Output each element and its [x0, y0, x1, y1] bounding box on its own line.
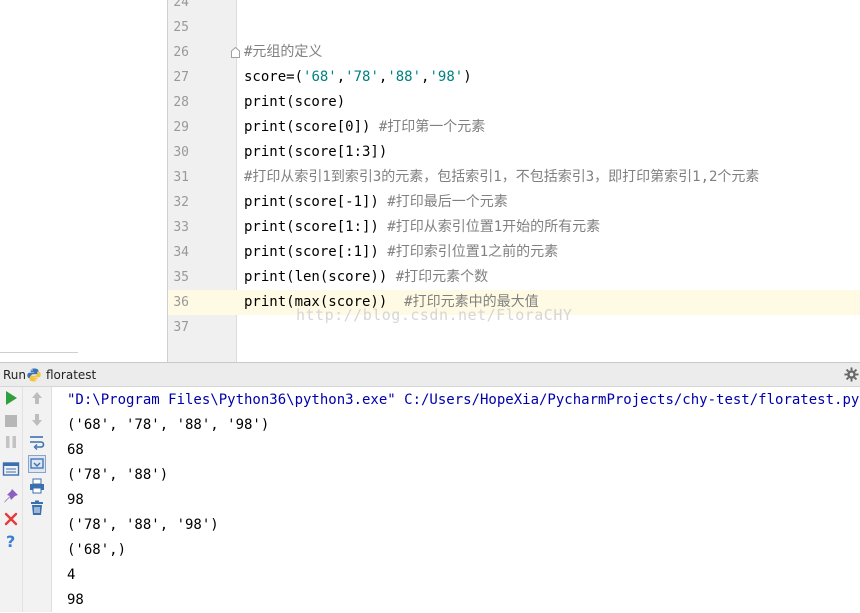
line-number: 31	[173, 170, 189, 185]
code-line[interactable]: 32 print(score[-1]) #打印最后一个元素	[168, 190, 860, 215]
code-line[interactable]: 34 print(score[:1]) #打印索引位置1之前的元素	[168, 240, 860, 265]
console-output-line: ('68',)	[67, 542, 127, 558]
code-text: print(score[0]) #打印第一个元素	[244, 115, 485, 140]
line-number: 30	[173, 145, 189, 160]
svg-text:?: ?	[6, 532, 15, 550]
code-comment: #打印元素个数	[395, 269, 489, 285]
line-number: 26	[173, 45, 189, 60]
line-number: 29	[173, 120, 189, 135]
code-text: print(score)	[244, 90, 345, 115]
code-token: score=(	[244, 69, 304, 85]
print-icon[interactable]	[28, 477, 46, 495]
code-text: print(score[:1]) #打印索引位置1之前的元素	[244, 240, 558, 265]
code-token: print(score[-1])	[244, 194, 388, 210]
code-comment: #打印索引位置1之前的元素	[387, 244, 559, 260]
line-number: 34	[173, 245, 189, 260]
code-text: print(len(score)) #打印元素个数	[244, 265, 488, 290]
code-text: #元组的定义	[244, 40, 322, 65]
run-toolbar-primary: ?	[0, 387, 23, 612]
python-icon	[27, 368, 41, 382]
code-text: print(score[1:]) #打印从索引位置1开始的所有元素	[244, 215, 600, 240]
line-number: 27	[173, 70, 189, 85]
code-line[interactable]: 24	[168, 0, 860, 15]
gear-icon[interactable]	[844, 367, 859, 382]
line-number: 25	[173, 20, 189, 35]
code-token: print(score[:1])	[244, 244, 388, 260]
stop-icon[interactable]	[2, 412, 20, 430]
code-token: ,	[336, 69, 346, 85]
code-token: print(score[0])	[244, 119, 379, 135]
scroll-to-end-icon[interactable]	[28, 455, 46, 473]
console-output[interactable]: "D:\Program Files\Python36\python3.exe" …	[52, 387, 860, 612]
console-output-line: 4	[67, 567, 76, 583]
soft-wrap-icon[interactable]	[28, 433, 46, 451]
code-text: print(score[-1]) #打印最后一个元素	[244, 190, 508, 215]
pin-icon[interactable]	[2, 487, 20, 505]
code-text: print(score[1:3])	[244, 140, 387, 165]
code-token: )	[463, 69, 472, 85]
code-token: print(len(score))	[244, 269, 396, 285]
code-comment: #打印第一个元素	[378, 119, 486, 135]
line-number: 35	[173, 270, 189, 285]
run-tab-label[interactable]: Run	[3, 368, 26, 382]
code-editor[interactable]: 24 25 26 #元组的定义 27 score=('68','78','88','98'…	[0, 0, 860, 362]
console-output-line: 68	[67, 442, 84, 458]
code-line[interactable]: 28 print(score)	[168, 90, 860, 115]
code-string: '68'	[303, 69, 337, 85]
code-text: #打印从索引1到索引3的元素，包括索引1，不包括索引3，即打印第索引1,2个元素	[244, 165, 759, 190]
fold-marker-icon[interactable]	[231, 47, 240, 58]
code-line[interactable]: 33 print(score[1:]) #打印从索引位置1开始的所有元素	[168, 215, 860, 240]
project-pane	[0, 0, 168, 362]
line-number: 37	[173, 320, 189, 335]
help-icon[interactable]: ?	[2, 532, 20, 550]
code-string: '78'	[345, 69, 379, 85]
code-comment: #打印从索引位置1开始的所有元素	[387, 219, 601, 235]
run-config-name[interactable]: floratest	[46, 368, 96, 382]
arrow-down-icon[interactable]	[28, 411, 46, 429]
code-line[interactable]: 31 #打印从索引1到索引3的元素，包括索引1，不包括索引3，即打印第索引1,2个…	[168, 165, 860, 190]
code-line[interactable]: 35 print(len(score)) #打印元素个数	[168, 265, 860, 290]
console-command-line: "D:\Program Files\Python36\python3.exe" …	[67, 392, 860, 408]
watermark: http://blog.csdn.net/FloraCHY	[296, 306, 573, 324]
code-token: print(score[1:3])	[244, 144, 388, 160]
console-output-line: 98	[67, 592, 84, 608]
pane-divider	[0, 352, 78, 353]
line-number: 32	[173, 195, 189, 210]
console-output-line: ('78', '88')	[67, 467, 169, 483]
code-token: print(score[1:])	[244, 219, 388, 235]
line-number: 28	[173, 95, 189, 110]
trash-icon[interactable]	[28, 499, 46, 517]
code-line[interactable]: 25	[168, 15, 860, 40]
code-line[interactable]: 30 print(score[1:3])	[168, 140, 860, 165]
code-text: score=('68','78','88','98')	[244, 65, 472, 90]
code-line[interactable]: 27 score=('68','78','88','98')	[168, 65, 860, 90]
line-number: 36	[173, 295, 189, 310]
code-line[interactable]: 26 #元组的定义	[168, 40, 860, 65]
code-string: '98'	[429, 69, 464, 85]
code-token: print(score)	[244, 94, 346, 110]
play-icon[interactable]	[2, 389, 20, 407]
code-comment: #元组的定义	[244, 44, 323, 60]
code-string: '88'	[387, 69, 422, 85]
console-output-line: ('68', '78', '88', '98')	[67, 417, 270, 433]
pause-icon[interactable]	[2, 433, 20, 451]
console-output-line: 98	[67, 492, 84, 508]
run-toolbar-secondary	[23, 387, 52, 612]
code-comment: #打印最后一个元素	[387, 194, 508, 210]
restore-layout-icon[interactable]	[2, 460, 20, 478]
arrow-up-icon[interactable]	[28, 389, 46, 407]
close-icon[interactable]	[2, 510, 20, 528]
code-comment: #打印从索引1到索引3的元素，包括索引1，不包括索引3，即打印第索引1,2个元素	[244, 169, 760, 185]
line-number: 24	[173, 0, 189, 10]
run-tool-window-header: Run floratest	[0, 362, 860, 387]
console-output-line: ('78', '88', '98')	[67, 517, 219, 533]
code-line[interactable]: 29 print(score[0]) #打印第一个元素	[168, 115, 860, 140]
line-number: 33	[173, 220, 189, 235]
